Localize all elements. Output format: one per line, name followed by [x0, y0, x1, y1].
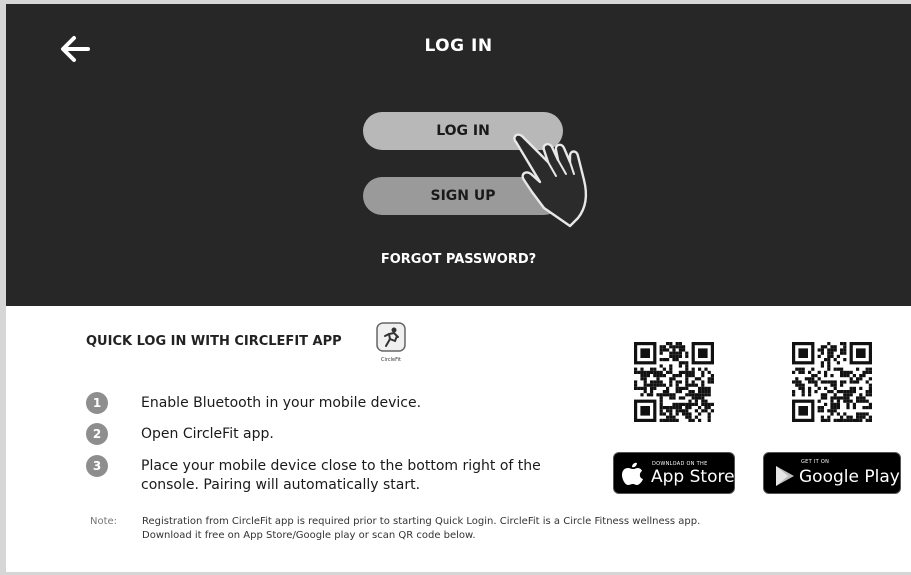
step-text-block: Place your mobile device close to the bo… [141, 457, 541, 495]
note-text: Registration from CircleFit app is requi… [142, 515, 700, 543]
note-line-1: Registration from CircleFit app is requi… [142, 516, 701, 527]
pointing-hand-icon [513, 133, 588, 228]
step-number: 3 [86, 455, 108, 477]
step-3: 3 Place your mobile device close to the … [86, 455, 541, 493]
note-line-2: Download it free on App Store/Google pla… [142, 530, 476, 541]
circlefit-app-icon: CircleFit [376, 322, 406, 363]
app-store-badge[interactable]: DOWNLOAD ON THE App Store [613, 452, 735, 494]
google-play-small-text: GET IT ON [801, 459, 830, 465]
play-store-icon [776, 466, 794, 486]
app-store-text: App Store [651, 467, 735, 487]
step-number: 2 [86, 423, 108, 445]
step-2: 2 Open CircleFit app. [86, 423, 274, 445]
step-number: 1 [86, 392, 108, 414]
login-panel: LOG IN LOG IN SIGN UP FORGOT PASSWORD? [6, 4, 911, 306]
step-1: 1 Enable Bluetooth in your mobile device… [86, 392, 421, 414]
quick-login-title: QUICK LOG IN WITH CIRCLEFIT APP [86, 334, 342, 349]
qr-code-app-store[interactable] [634, 342, 714, 422]
app-icon-caption: CircleFit [381, 357, 401, 363]
note-label: Note: [90, 516, 118, 527]
google-play-text: Google Play [799, 467, 900, 487]
page-title: LOG IN [424, 36, 493, 56]
step-text: Enable Bluetooth in your mobile device. [141, 395, 422, 411]
forgot-password-link[interactable]: FORGOT PASSWORD? [6, 252, 911, 267]
qr-code-google-play[interactable] [792, 342, 872, 422]
login-screen: LOG IN LOG IN SIGN UP FORGOT PASSWORD? Q… [6, 4, 911, 572]
step-text: Open CircleFit app. [141, 426, 274, 442]
google-play-badge[interactable]: GET IT ON Google Play [763, 452, 901, 494]
apple-icon [622, 462, 643, 485]
step-text-line-2: console. Pairing will automatically star… [141, 477, 421, 493]
step-text-line-1: Place your mobile device close to the bo… [141, 458, 541, 474]
